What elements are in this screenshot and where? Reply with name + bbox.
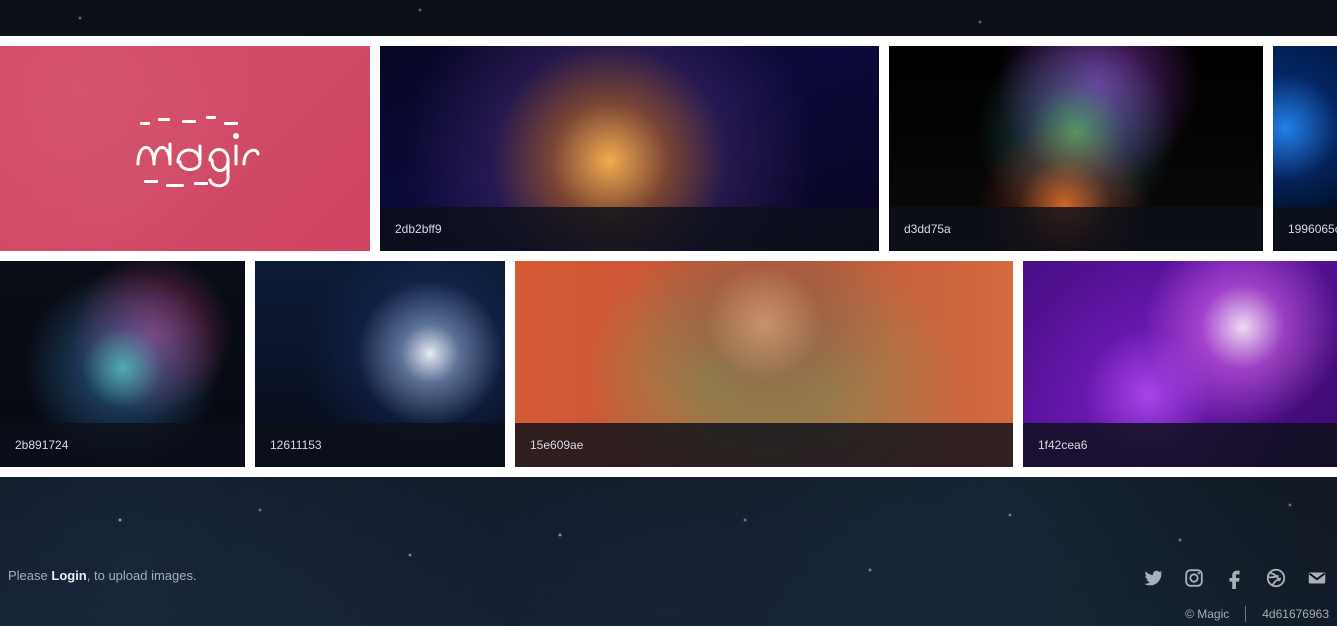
mail-icon[interactable] [1305, 566, 1329, 590]
gallery-tile-2b891724[interactable]: 2b891724 [0, 261, 245, 467]
upload-hint-suffix: , to upload images. [86, 568, 197, 583]
facebook-icon-svg [1229, 570, 1240, 589]
gallery-tile-15e609ae[interactable]: 15e609ae [515, 261, 1013, 467]
gallery-tile-magic[interactable]: magic [0, 46, 370, 251]
image-caption: d3dd75a [889, 207, 1263, 251]
image-caption: 2db2bff9 [380, 207, 879, 251]
instagram-icon[interactable] [1182, 566, 1206, 590]
login-link[interactable]: Login [51, 568, 86, 583]
gallery-tile-1f42cea6[interactable]: 1f42cea6 [1023, 261, 1337, 467]
footer-divider [1245, 606, 1247, 622]
upload-hint-prefix: Please [8, 568, 52, 583]
instagram-icon-svg [1185, 569, 1203, 587]
magic-logo: magic [136, 116, 260, 188]
mail-icon-svg [1308, 572, 1326, 584]
gallery-tile-d3dd75a[interactable]: d3dd75a [889, 46, 1263, 251]
footer-meta: © Magic 4d61676963 [1185, 606, 1329, 622]
image-caption: 12611153 [255, 423, 505, 467]
image-gallery: magic 2db2bff9 d3dd75a 1996065c 2b891724… [0, 36, 1337, 477]
image-caption: 1996065c [1273, 207, 1337, 251]
dribbble-icon-svg [1266, 568, 1286, 588]
image-caption: 2b891724 [0, 423, 245, 467]
twitter-icon-svg [1143, 570, 1164, 586]
magic-logo-text: magic [189, 155, 192, 157]
gallery-tile-1996065c[interactable]: 1996065c [1273, 46, 1337, 251]
image-caption: 1f42cea6 [1023, 423, 1337, 467]
gallery-tile-2db2bff9[interactable]: 2db2bff9 [380, 46, 879, 251]
upload-login-hint: Please Login, to upload images. [8, 568, 197, 583]
build-id: 4d61676963 [1262, 607, 1329, 621]
dribbble-icon[interactable] [1264, 566, 1288, 590]
copyright-text: © Magic [1185, 607, 1230, 621]
facebook-icon[interactable] [1223, 566, 1247, 590]
twitter-icon[interactable] [1141, 566, 1165, 590]
gallery-tile-12611153[interactable]: 12611153 [255, 261, 505, 467]
social-links [1141, 566, 1329, 590]
image-caption: 15e609ae [515, 423, 1013, 467]
